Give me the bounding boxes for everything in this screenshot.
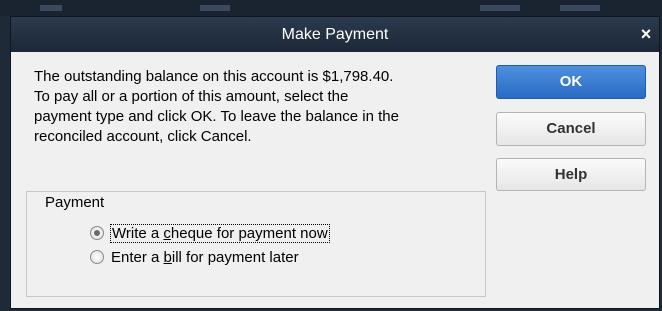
payment-group-label: Payment <box>45 194 105 211</box>
radio-button-icon[interactable] <box>90 226 104 240</box>
dialog-title: Make Payment <box>281 26 389 43</box>
help-button[interactable]: Help <box>496 158 646 191</box>
enter-bill-label[interactable]: Enter a bill for payment later <box>111 249 299 266</box>
label-text: Enter a <box>111 248 164 266</box>
make-payment-dialog: Make Payment × The outstanding balance o… <box>10 16 660 309</box>
title-bar[interactable]: Make Payment × <box>11 17 659 52</box>
mnemonic-key: b <box>163 248 172 266</box>
radio-button-icon[interactable] <box>90 250 104 264</box>
label-text: Write a <box>112 224 164 242</box>
ok-button[interactable]: OK <box>496 65 646 99</box>
close-icon[interactable]: × <box>635 17 657 52</box>
message-line: reconciled account, click Cancel. <box>34 128 252 145</box>
dialog-body: The outstanding balance on this account … <box>11 52 659 308</box>
message-line: The outstanding balance on this account … <box>34 68 394 85</box>
enter-bill-option[interactable]: Enter a bill for payment later <box>90 247 299 267</box>
background-fragment <box>40 5 62 11</box>
background-fragment <box>480 5 520 11</box>
background-fragment <box>200 5 230 11</box>
background-window-strip <box>0 0 662 16</box>
write-cheque-label[interactable]: Write a cheque for payment now <box>110 223 330 243</box>
label-text: ill for payment later <box>171 248 299 266</box>
message-line: payment type and click OK. To leave the … <box>34 108 399 125</box>
balance-message: The outstanding balance on this account … <box>34 67 484 147</box>
cancel-button[interactable]: Cancel <box>496 112 646 146</box>
mnemonic-key: c <box>163 224 171 242</box>
message-line: To pay all or a portion of this amount, … <box>34 88 349 105</box>
label-text: heque for payment now <box>170 224 328 242</box>
background-fragment <box>560 5 600 11</box>
write-cheque-option[interactable]: Write a cheque for payment now <box>90 223 330 243</box>
